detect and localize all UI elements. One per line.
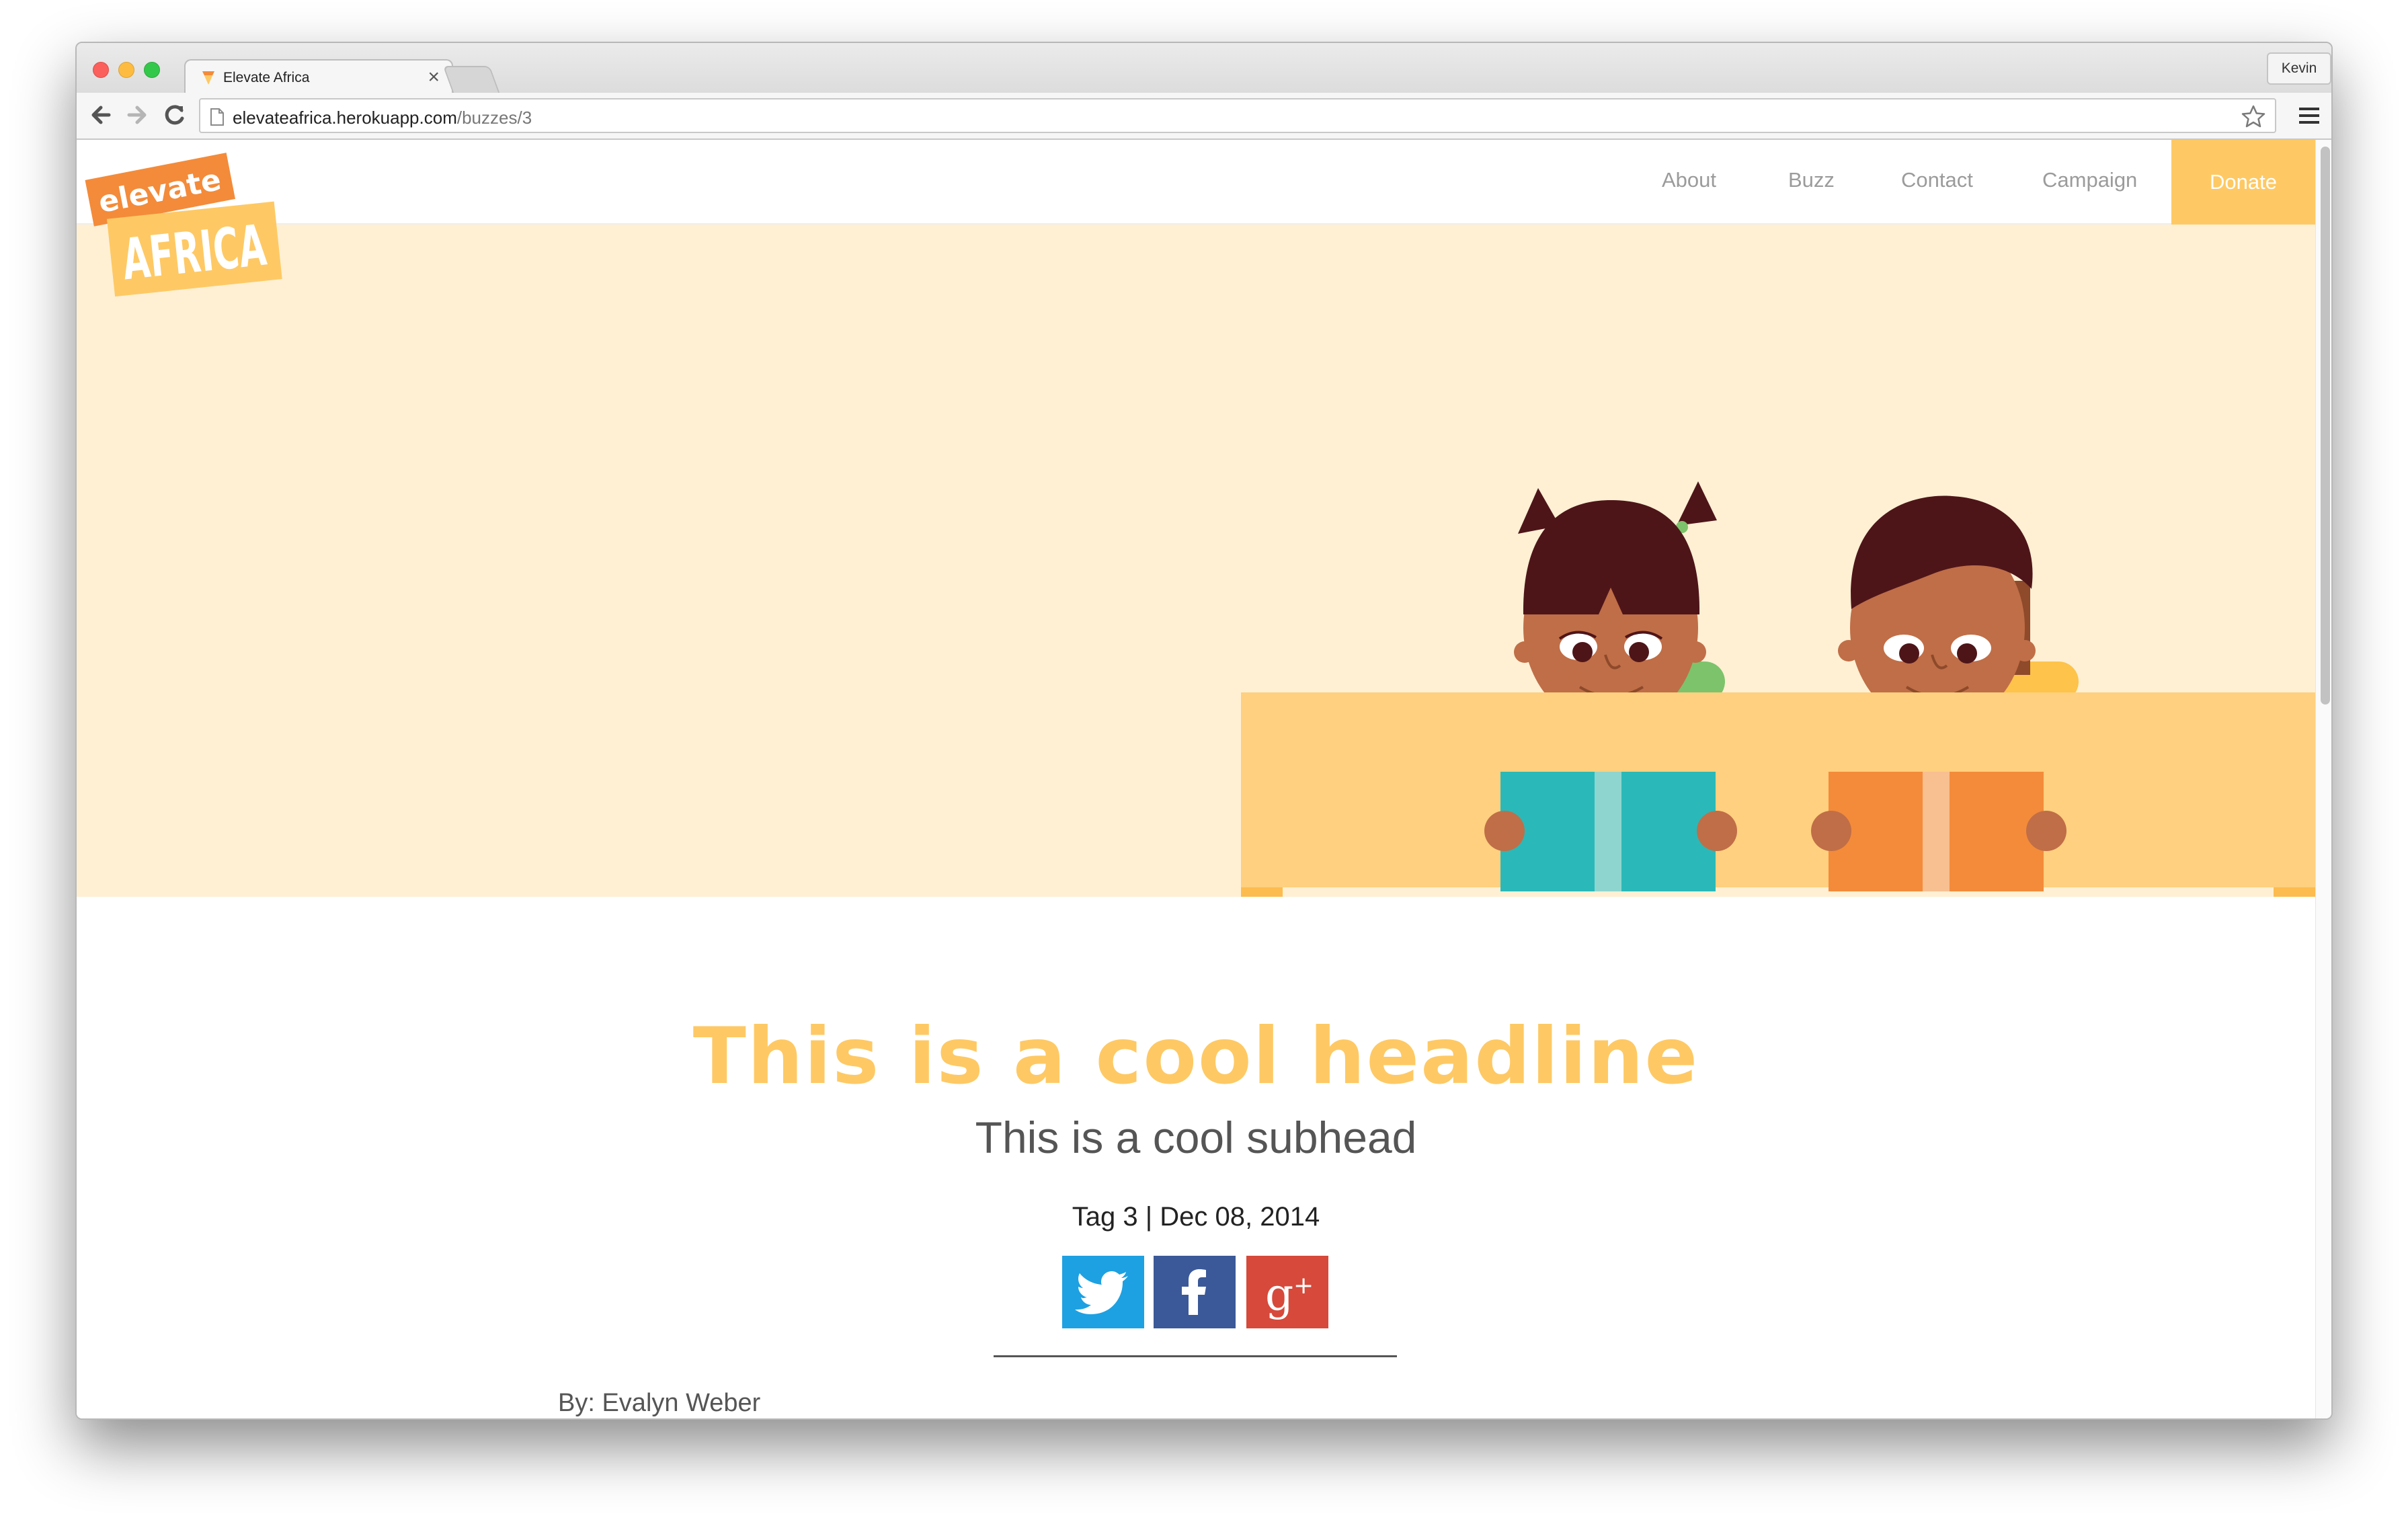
- url-host: elevateafrica.herokuapp.com: [233, 108, 457, 128]
- tab-bar: Elevate Africa × Kevin: [77, 43, 2331, 94]
- article-byline: By: Evalyn Weber: [558, 1389, 761, 1417]
- svg-text:g: g: [1265, 1269, 1293, 1320]
- new-tab-button[interactable]: [442, 66, 500, 93]
- page-scrollbar[interactable]: [2315, 140, 2331, 1418]
- minimize-window-button[interactable]: [118, 62, 134, 78]
- twitter-icon: [1075, 1271, 1128, 1314]
- article-divider: [994, 1355, 1397, 1357]
- browser-window: Elevate Africa × Kevin elevateafrica.her…: [75, 42, 2333, 1420]
- desk-illustration: [1241, 692, 2315, 897]
- page-viewport: elevate AFRICA About Buzz Contact Campai…: [77, 140, 2315, 1418]
- article-headline: This is a cool headline: [692, 1011, 1699, 1102]
- nav-about[interactable]: About: [1662, 168, 1716, 192]
- site-nav: About Buzz Contact Campaign Donate: [77, 140, 2315, 225]
- nav-buzz[interactable]: Buzz: [1788, 168, 1835, 192]
- nav-contact[interactable]: Contact: [1901, 168, 1973, 192]
- back-arrow-icon[interactable]: [86, 98, 116, 132]
- share-google-plus-button[interactable]: g +: [1246, 1256, 1328, 1328]
- donate-button[interactable]: Donate: [2171, 140, 2315, 225]
- browser-menu-icon[interactable]: [2299, 106, 2319, 125]
- tab-close-icon[interactable]: ×: [428, 66, 440, 89]
- browser-tab[interactable]: Elevate Africa ×: [184, 59, 453, 94]
- facebook-icon: [1182, 1269, 1206, 1315]
- article-subhead: This is a cool subhead: [975, 1113, 1417, 1162]
- favicon-icon: [202, 71, 214, 85]
- scrollbar-thumb[interactable]: [2321, 147, 2330, 705]
- url-text[interactable]: elevateafrica.herokuapp.com/buzzes/3: [233, 108, 532, 128]
- browser-toolbar: elevateafrica.herokuapp.com/buzzes/3: [77, 93, 2331, 140]
- hero-illustration: [1241, 481, 2315, 897]
- nav-campaign[interactable]: Campaign: [2042, 168, 2137, 192]
- address-bar[interactable]: elevateafrica.herokuapp.com/buzzes/3: [199, 98, 2276, 133]
- reload-icon[interactable]: [160, 98, 190, 132]
- forward-arrow-icon[interactable]: [122, 98, 152, 132]
- bookmark-star-icon[interactable]: [2240, 104, 2267, 130]
- tab-title: Elevate Africa: [223, 70, 310, 85]
- svg-text:+: +: [1293, 1272, 1314, 1299]
- share-twitter-button[interactable]: [1062, 1256, 1144, 1328]
- share-facebook-button[interactable]: [1154, 1256, 1236, 1328]
- profile-button[interactable]: Kevin: [2267, 52, 2331, 85]
- page-icon: [210, 108, 224, 126]
- zoom-window-button[interactable]: [144, 62, 160, 78]
- elevate-africa-logo[interactable]: elevate AFRICA: [82, 145, 297, 300]
- hero-banner: [77, 225, 2315, 897]
- url-path: /buzzes/3: [456, 108, 532, 128]
- google-plus-icon: g +: [1265, 1269, 1314, 1320]
- close-window-button[interactable]: [93, 62, 109, 78]
- article-meta: Tag 3 | Dec 08, 2014: [1072, 1202, 1320, 1232]
